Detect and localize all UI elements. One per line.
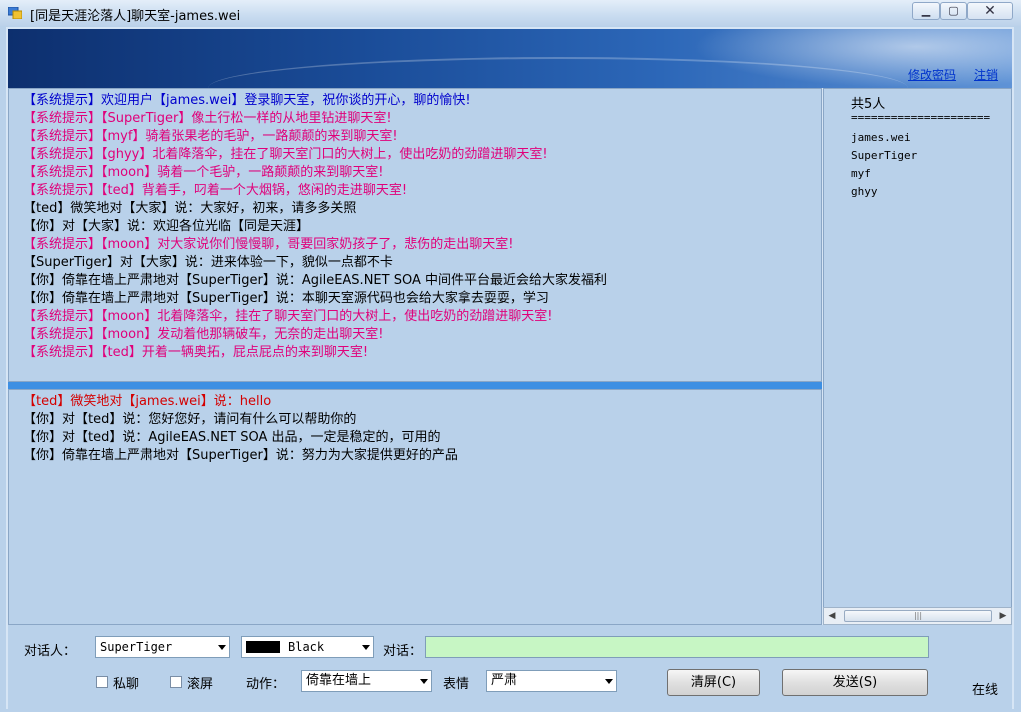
logout-link[interactable]: 注销 — [974, 66, 998, 83]
chevron-down-icon — [362, 645, 370, 650]
user-list: james.wei SuperTiger myf ghyy — [851, 129, 917, 201]
private-message-panel[interactable]: 【ted】微笑地对【james.wei】说：hello 【你】对【ted】说：您好… — [8, 389, 822, 625]
user-list-item[interactable]: ghyy — [851, 183, 917, 201]
chat-input[interactable] — [425, 636, 929, 658]
scrollbar-thumb[interactable]: ||| — [844, 610, 992, 622]
color-select[interactable]: Black — [241, 636, 374, 658]
public-message-line: 【SuperTiger】对【大家】说：进来体验一下，貌似一点都不卡 — [23, 255, 393, 270]
app-icon — [8, 7, 22, 19]
public-message-line: 【系统提示】【moon】骑着一个毛驴，一路颠颠的来到聊天室! — [23, 165, 384, 180]
action-label: 动作： — [246, 677, 286, 692]
private-message-line: 【你】倚靠在墙上严肃地对【SuperTiger】说：努力为大家提供更好的产品 — [23, 448, 458, 463]
status-text: 在线 — [972, 683, 999, 698]
change-password-link[interactable]: 修改密码 — [908, 66, 956, 83]
target-label: 对话人： — [24, 644, 77, 659]
private-message-line: 【你】对【ted】说：您好您好，请问有什么可以帮助你的 — [23, 412, 357, 427]
scroll-left-arrow-icon[interactable]: ◀ — [825, 609, 839, 623]
action-value: 倚靠在墙上 — [306, 673, 372, 688]
public-message-line: 【系统提示】【moon】对大家说你们慢慢聊，哥要回家奶孩子了，悲伤的走出聊天室! — [23, 237, 514, 252]
public-message-line: 【系统提示】【ted】背着手，叼着一个大烟锅，悠闲的走进聊天室! — [23, 183, 408, 198]
public-message-line: 【系统提示】【SuperTiger】像土行松一样的从地里钻进聊天室! — [23, 111, 392, 126]
expression-select[interactable]: 严肃 — [486, 670, 617, 692]
user-list-item[interactable]: james.wei — [851, 129, 917, 147]
user-list-item[interactable]: myf — [851, 165, 917, 183]
private-message-line: 【ted】微笑地对【james.wei】说：hello — [23, 394, 272, 409]
clear-button[interactable]: 清屏(C) — [667, 669, 760, 696]
action-select[interactable]: 倚靠在墙上 — [301, 670, 432, 692]
user-list-panel: 共5人 ===================== james.wei Super… — [823, 88, 1012, 625]
color-swatch — [246, 641, 280, 653]
target-user-select[interactable]: SuperTiger — [95, 636, 230, 658]
private-checkbox[interactable] — [96, 676, 108, 688]
panel-splitter[interactable] — [8, 382, 822, 389]
public-message-line: 【系统提示】【ghyy】北着降落伞，挂在了聊天室门口的大树上，使出吃奶的劲蹭进聊… — [23, 147, 548, 162]
minimize-button[interactable]: ▁ — [912, 2, 940, 20]
public-message-line: 【系统提示】欢迎用户【james.wei】登录聊天室，祝你谈的开心，聊的愉快! — [23, 93, 471, 108]
scroll-checkbox[interactable] — [170, 676, 182, 688]
public-message-line: 【你】倚靠在墙上严肃地对【SuperTiger】说：AgileEAS.NET S… — [23, 273, 607, 288]
expression-label: 表情 — [443, 677, 470, 692]
maximize-button[interactable]: ▢ — [940, 2, 967, 20]
private-label: 私聊 — [113, 677, 140, 692]
header-links: 修改密码 注销 — [8, 63, 1012, 88]
input-controls: 对话人： SuperTiger Black 对话： 私聊 滚屏 动作： 倚靠在墙… — [8, 625, 1012, 709]
user-list-scrollbar[interactable]: ◀ ||| ▶ — [823, 607, 1012, 625]
public-message-line: 【你】倚靠在墙上严肃地对【SuperTiger】说：本聊天室源代码也会给大家拿去… — [23, 291, 549, 306]
chat-label: 对话： — [383, 644, 423, 659]
send-button[interactable]: 发送(S) — [782, 669, 928, 696]
private-message-line: 【你】对【ted】说：AgileEAS.NET SOA 出品，一定是稳定的，可用… — [23, 430, 441, 445]
color-value: Black — [288, 640, 325, 654]
public-message-line: 【你】对【大家】说：欢迎各位光临【同是天涯】 — [23, 219, 310, 234]
chevron-down-icon — [605, 679, 613, 684]
public-message-line: 【系统提示】【myf】骑着张果老的毛驴，一路颠颠的来到聊天室! — [23, 129, 398, 144]
expression-value: 严肃 — [491, 673, 518, 688]
user-count: 共5人 — [851, 97, 886, 112]
private-message-list: 【ted】微笑地对【james.wei】说：hello 【你】对【ted】说：您好… — [9, 390, 821, 465]
public-message-line: 【ted】微笑地对【大家】说：大家好，初来，请多多关照 — [23, 201, 357, 216]
target-user-value: SuperTiger — [100, 640, 173, 654]
scroll-right-arrow-icon[interactable]: ▶ — [996, 609, 1010, 623]
window-title: [同是天涯沦落人]聊天室-james.wei — [30, 9, 241, 24]
user-list-item[interactable]: SuperTiger — [851, 147, 917, 165]
public-message-line: 【系统提示】【moon】发动着他那辆破车，无奈的走出聊天室! — [23, 327, 384, 342]
scroll-label: 滚屏 — [187, 677, 214, 692]
user-list-separator: ===================== — [851, 111, 991, 124]
public-message-line: 【系统提示】【ted】开着一辆奥拓，屁点屁点的来到聊天室! — [23, 345, 369, 360]
public-message-list: 【系统提示】欢迎用户【james.wei】登录聊天室，祝你谈的开心，聊的愉快! 【… — [9, 89, 821, 362]
title-bar: [同是天涯沦落人]聊天室-james.wei ▁ ▢ ✕ — [0, 0, 1021, 26]
chevron-down-icon — [420, 679, 428, 684]
chevron-down-icon — [218, 645, 226, 650]
public-message-line: 【系统提示】【moon】北着降落伞，挂在了聊天室门口的大树上，使出吃奶的劲蹭进聊… — [23, 309, 553, 324]
public-message-panel[interactable]: 【系统提示】欢迎用户【james.wei】登录聊天室，祝你谈的开心，聊的愉快! 【… — [8, 88, 822, 382]
close-button[interactable]: ✕ — [967, 2, 1013, 20]
